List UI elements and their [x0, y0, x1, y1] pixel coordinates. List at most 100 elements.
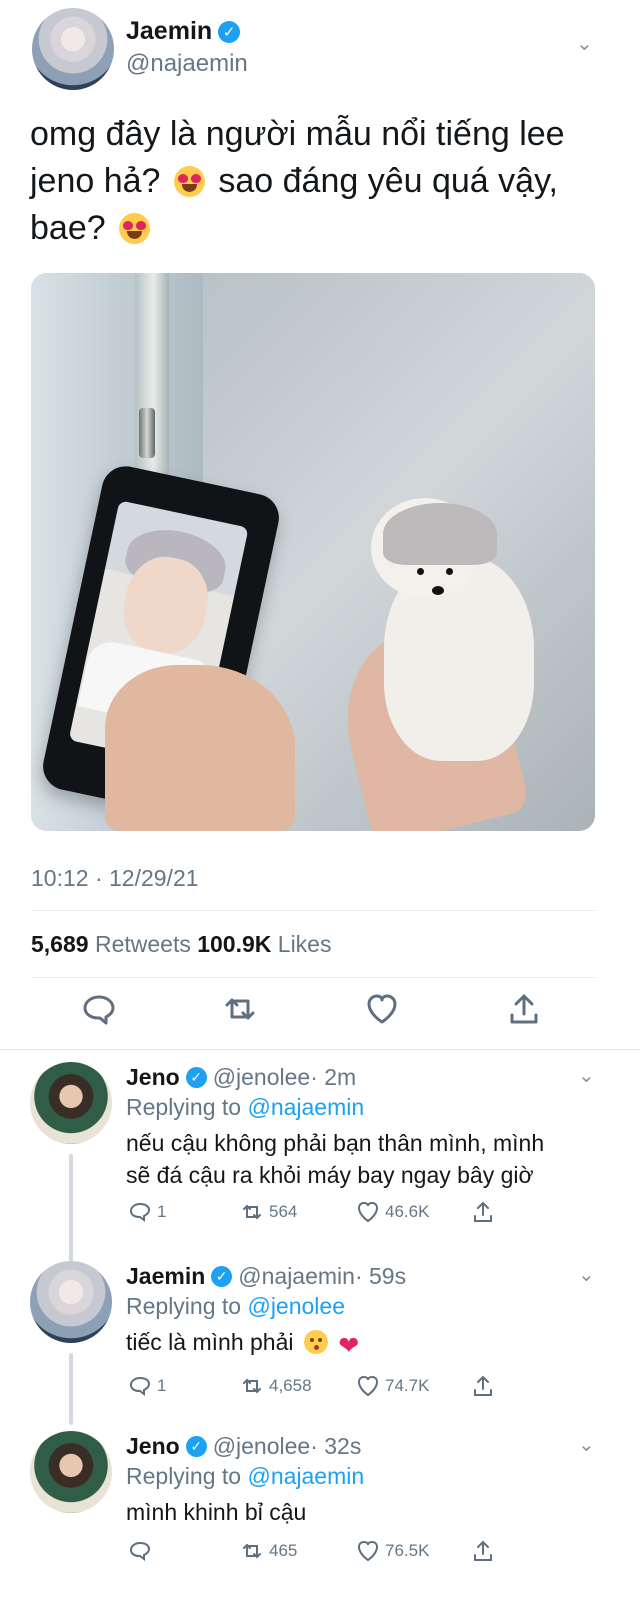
reply-author-handle[interactable]: @jenolee [213, 1064, 311, 1091]
like-icon [357, 1375, 379, 1397]
like-button[interactable]: 76.5K [356, 1539, 429, 1563]
share-icon [474, 1201, 492, 1222]
reply-icon [129, 1202, 151, 1222]
reply-3[interactable]: Jeno ✓ @jenolee · 32s ⌄ Replying to @naj… [0, 1431, 640, 1606]
share-icon [510, 994, 538, 1024]
tweet-timestamp[interactable]: 10:12 · 12/29/21 [31, 865, 199, 892]
reply-author-row: Jeno ✓ @jenolee · 32s [126, 1433, 361, 1460]
photo-dog [356, 478, 536, 778]
reply-icon [83, 995, 115, 1025]
reply-author-name[interactable]: Jaemin [126, 1263, 205, 1290]
retweets-label[interactable]: Retweets [95, 931, 191, 957]
avatar[interactable] [30, 1062, 112, 1144]
avatar[interactable] [30, 1431, 112, 1513]
share-icon [474, 1540, 492, 1561]
reply-text-line-1: tiếc là mình phải [126, 1329, 294, 1355]
reply-text: nếu cậu không phải bạn thân mình, mình s… [126, 1127, 584, 1191]
reply-author-handle[interactable]: @najaemin [238, 1263, 355, 1290]
chevron-down-icon[interactable]: ⌄ [578, 1265, 595, 1285]
share-button[interactable] [505, 990, 543, 1028]
chevron-down-icon[interactable]: ⌄ [576, 34, 593, 54]
dog-wig [383, 503, 497, 565]
dog-left-eye [417, 568, 424, 575]
avatar[interactable] [32, 8, 114, 90]
reply-time: · 59s [354, 1263, 407, 1289]
reply-actions: 1 564 46.6K [126, 1200, 586, 1230]
retweet-button[interactable]: 465 [240, 1539, 297, 1563]
share-button[interactable] [471, 1539, 495, 1563]
reply-author-handle[interactable]: @jenolee [213, 1433, 311, 1460]
dog-head [371, 498, 497, 598]
retweet-count: 564 [269, 1202, 298, 1221]
reply-icon [129, 1541, 151, 1561]
likes-label[interactable]: Likes [278, 931, 332, 957]
retweet-button[interactable]: 4,658 [240, 1374, 312, 1398]
heart-eyes-emoji-icon [173, 166, 205, 197]
replying-to-handle[interactable]: @najaemin [247, 1463, 364, 1489]
like-button[interactable] [363, 990, 401, 1028]
reply-actions: 1 4,658 74.7K [126, 1374, 586, 1404]
retweet-icon [243, 1543, 261, 1559]
replying-to: Replying to @jenolee [126, 1293, 345, 1320]
retweet-button[interactable]: 564 [240, 1200, 297, 1224]
retweet-count: 465 [269, 1541, 298, 1560]
thread-line [69, 1353, 73, 1425]
reply-1[interactable]: Jeno ✓ @jenolee · 2m ⌄ Replying to @naja… [0, 1062, 640, 1316]
like-icon [367, 994, 397, 1024]
reply-author-name[interactable]: Jeno [126, 1064, 180, 1091]
reply-count: 1 [157, 1376, 167, 1395]
author-handle[interactable]: @najaemin [126, 50, 248, 78]
like-button[interactable]: 74.7K [356, 1374, 429, 1398]
main-tweet: Jaemin ✓ @najaemin ⌄ omg đây là người mẫ… [0, 0, 640, 1068]
tweet-text-line-2: jeno hả? sao đáng yêu quá vậy, [30, 158, 575, 205]
share-button[interactable] [471, 1200, 495, 1224]
reply-text: tiếc là mình phải ❤ [126, 1326, 584, 1359]
retweet-icon [225, 998, 255, 1020]
main-tweet-actions [0, 990, 640, 1036]
reply-author-name[interactable]: Jeno [126, 1433, 180, 1460]
likes-count[interactable]: 100.9K [197, 931, 271, 957]
tweet-text-line-1: omg đây là người mẫu nổi tiếng lee [30, 115, 565, 153]
reply-button[interactable]: 1 [128, 1200, 166, 1224]
reply-time: · 2m [310, 1064, 357, 1090]
share-icon [474, 1375, 492, 1396]
retweets-count[interactable]: 5,689 [31, 931, 89, 957]
thread-divider [0, 1049, 640, 1050]
like-button[interactable]: 46.6K [356, 1200, 429, 1224]
tweet-photo[interactable] [31, 273, 595, 831]
verified-badge-icon: ✓ [211, 1266, 233, 1287]
share-button[interactable] [471, 1374, 495, 1398]
reply-button[interactable] [81, 990, 119, 1028]
replying-prefix: Replying to [126, 1463, 242, 1489]
avatar[interactable] [30, 1261, 112, 1343]
reply-text-line-1: mình khinh bỉ cậu [126, 1499, 307, 1525]
like-count: 74.7K [385, 1376, 430, 1395]
reply-icon [129, 1376, 151, 1396]
author-name[interactable]: Jaemin [126, 17, 212, 46]
retweet-button[interactable] [221, 990, 259, 1028]
heart-eyes-emoji-icon [119, 213, 151, 244]
reply-button[interactable]: 1 [128, 1374, 166, 1398]
replying-to-handle[interactable]: @najaemin [247, 1094, 364, 1120]
verified-badge-icon: ✓ [185, 1436, 207, 1457]
retweet-icon [243, 1204, 261, 1220]
like-icon [357, 1540, 379, 1562]
like-count: 46.6K [385, 1202, 430, 1221]
dog-nose [432, 586, 444, 595]
chevron-down-icon[interactable]: ⌄ [578, 1435, 595, 1455]
reply-text-line-2: sẽ đá cậu ra khỏi máy bay ngay bây giờ [126, 1162, 534, 1188]
reply-button[interactable] [128, 1539, 157, 1563]
reply-author-row: Jeno ✓ @jenolee · 2m [126, 1064, 356, 1091]
retweet-icon [243, 1378, 261, 1394]
reply-2[interactable]: Jaemin ✓ @najaemin · 59s ⌄ Replying to @… [0, 1261, 640, 1431]
replying-to-handle[interactable]: @jenolee [247, 1293, 345, 1319]
chevron-down-icon[interactable]: ⌄ [578, 1066, 595, 1086]
reply-text: mình khinh bỉ cậu [126, 1496, 584, 1528]
reply-actions: 465 76.5K [126, 1539, 586, 1569]
like-icon [357, 1201, 379, 1223]
verified-badge-icon: ✓ [218, 20, 241, 43]
photo-left-hand [105, 665, 295, 831]
replying-prefix: Replying to [126, 1293, 242, 1319]
reply-text-line-1: nếu cậu không phải bạn thân mình, mình [126, 1130, 545, 1156]
tweet-text-line-2-end: sao đáng yêu quá vậy, [218, 162, 558, 200]
